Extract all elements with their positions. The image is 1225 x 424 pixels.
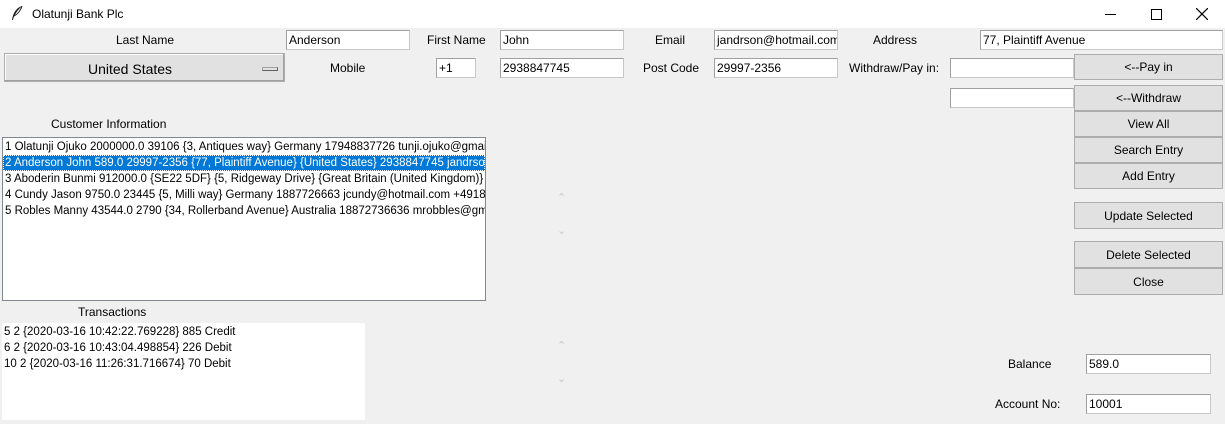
update-selected-button[interactable]: Update Selected	[1074, 202, 1223, 229]
close-button[interactable]: Close	[1074, 268, 1223, 295]
post-code-label: Post Code	[643, 61, 700, 75]
email-field[interactable]: jandrson@hotmail.com	[714, 30, 838, 50]
window-title: Olatunji Bank Plc	[32, 7, 124, 21]
maximize-icon	[1150, 8, 1162, 20]
feather-icon	[12, 5, 23, 20]
last-name-field[interactable]: Anderson	[286, 30, 410, 50]
account-no-field[interactable]: 10001	[1086, 394, 1211, 414]
close-icon	[1196, 8, 1208, 20]
add-entry-button[interactable]: Add Entry	[1074, 163, 1223, 189]
withdraw-button[interactable]: <--Withdraw	[1074, 85, 1223, 111]
balance-label: Balance	[1008, 357, 1052, 371]
pay-in-button[interactable]: <--Pay in	[1074, 54, 1223, 80]
customer-list-item[interactable]: 1 Olatunji Ojuko 2000000.0 39106 {3, Ant…	[3, 139, 485, 155]
customer-rows: 1 Olatunji Ojuko 2000000.0 39106 {3, Ant…	[3, 138, 485, 219]
customer-list-item[interactable]: 4 Cundy Jason 9750.0 23445 {5, Milli way…	[3, 187, 485, 203]
country-dropdown[interactable]: United States	[4, 53, 285, 82]
dropdown-indicator-icon	[262, 67, 278, 71]
last-name-label: Last Name	[116, 33, 175, 47]
customer-listbox[interactable]: 1 Olatunji Ojuko 2000000.0 39106 {3, Ant…	[2, 137, 486, 301]
transaction-list-item[interactable]: 10 2 {2020-03-16 11:26:31.716674} 70 Deb…	[2, 356, 365, 372]
withdraw-pay-in-label: Withdraw/Pay in:	[849, 61, 940, 75]
customer-information-heading: Customer Information	[51, 117, 167, 131]
customer-list-item[interactable]: 5 Robles Manny 43544.0 2790 {34, Rollerb…	[3, 203, 485, 219]
delete-selected-button[interactable]: Delete Selected	[1074, 241, 1223, 268]
first-name-label: First Name	[427, 33, 486, 47]
search-entry-button[interactable]: Search Entry	[1074, 137, 1223, 163]
chevron-up-icon[interactable]: ⌃	[557, 191, 566, 204]
transaction-list-item[interactable]: 5 2 {2020-03-16 10:42:22.769228} 885 Cre…	[2, 324, 365, 340]
country-dropdown-value: United States	[88, 61, 173, 77]
mobile-country-code-field[interactable]: +1	[436, 58, 476, 78]
minimize-button[interactable]	[1087, 0, 1133, 28]
transaction-list-item[interactable]: 6 2 {2020-03-16 10:43:04.498854} 226 Deb…	[2, 340, 365, 356]
balance-field[interactable]: 589.0	[1086, 354, 1211, 374]
customer-list-item[interactable]: 3 Aboderin Bunmi 912000.0 {SE22 5DF} {5,…	[3, 171, 485, 187]
first-name-field[interactable]: John	[500, 30, 624, 50]
address-field[interactable]: 77, Plaintiff Avenue	[980, 30, 1223, 50]
pay-in-amount-field[interactable]	[950, 58, 1074, 78]
chevron-down-icon[interactable]: ⌄	[557, 224, 566, 237]
minimize-icon	[1104, 13, 1116, 15]
transactions-heading: Transactions	[78, 305, 147, 319]
close-window-button[interactable]	[1179, 0, 1225, 28]
email-label: Email	[655, 33, 686, 47]
post-code-field[interactable]: 29997-2356	[714, 58, 838, 78]
transaction-rows: 5 2 {2020-03-16 10:42:22.769228} 885 Cre…	[2, 323, 365, 372]
transactions-listbox[interactable]: 5 2 {2020-03-16 10:42:22.769228} 885 Cre…	[2, 323, 365, 420]
withdraw-amount-field[interactable]	[950, 88, 1074, 108]
maximize-button[interactable]	[1133, 0, 1179, 28]
customer-list-item[interactable]: 2 Anderson John 589.0 29997-2356 {77, Pl…	[3, 155, 485, 171]
title-bar: Olatunji Bank Plc	[0, 0, 1225, 28]
address-label: Address	[873, 33, 918, 47]
chevron-down-icon[interactable]: ⌄	[557, 372, 566, 385]
chevron-up-icon[interactable]: ⌃	[557, 339, 566, 352]
mobile-label: Mobile	[330, 61, 366, 75]
account-no-label: Account No:	[995, 397, 1061, 411]
mobile-number-field[interactable]: 2938847745	[500, 58, 624, 78]
view-all-button[interactable]: View All	[1074, 111, 1223, 137]
